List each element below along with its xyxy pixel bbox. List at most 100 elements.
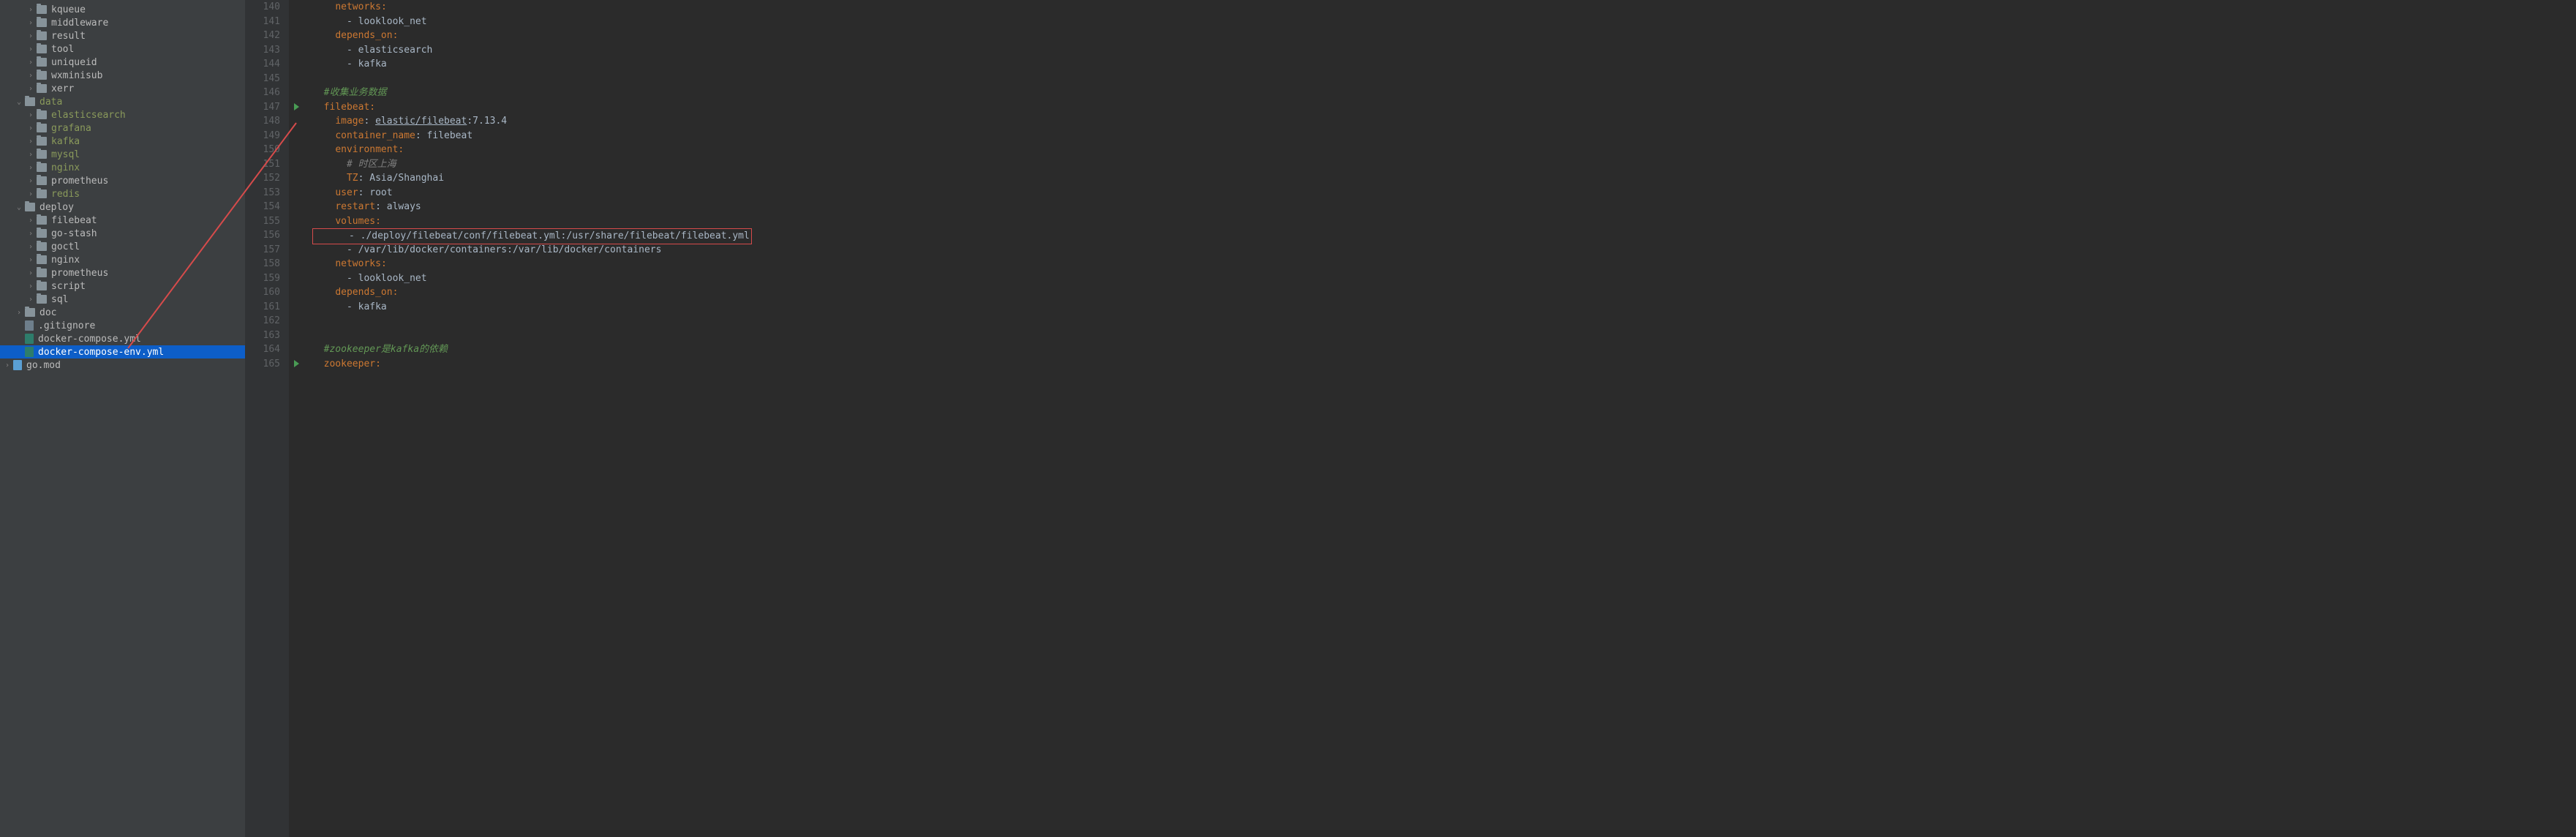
tree-item-label: nginx	[51, 162, 80, 173]
tree-arrow-icon[interactable]	[3, 361, 12, 369]
tree-item-nginx[interactable]: nginx	[0, 253, 245, 266]
code-line[interactable]: #收集业务数据	[312, 86, 2576, 100]
tree-item-redis[interactable]: redis	[0, 187, 245, 200]
line-number: 151	[245, 157, 280, 172]
code-area[interactable]: networks: - looklook_net depends_on: - e…	[304, 0, 2576, 837]
tree-item-wxminisub[interactable]: wxminisub	[0, 69, 245, 82]
line-number: 162	[245, 314, 280, 329]
tree-arrow-icon[interactable]	[26, 45, 35, 53]
code-line[interactable]: restart: always	[312, 200, 2576, 214]
tree-item-uniqueid[interactable]: uniqueid	[0, 56, 245, 69]
tree-item-nginx[interactable]: nginx	[0, 161, 245, 174]
tree-arrow-icon[interactable]	[26, 189, 35, 198]
code-line[interactable]: #zookeeper是kafka的依赖	[312, 342, 2576, 357]
tree-arrow-icon[interactable]	[15, 308, 23, 317]
tree-arrow-icon[interactable]	[15, 97, 23, 106]
tree-arrow-icon[interactable]	[26, 176, 35, 185]
tree-item-prometheus[interactable]: prometheus	[0, 174, 245, 187]
gutter-marker-slot	[289, 300, 304, 315]
code-line[interactable]: networks:	[312, 0, 2576, 15]
tree-arrow-icon[interactable]	[26, 216, 35, 225]
code-line[interactable]: - looklook_net	[312, 15, 2576, 29]
code-line[interactable]: zookeeper:	[312, 357, 2576, 372]
tree-arrow-icon[interactable]	[26, 31, 35, 40]
tree-arrow-icon[interactable]	[26, 295, 35, 304]
tree-item-prometheus[interactable]: prometheus	[0, 266, 245, 279]
tree-item-sql[interactable]: sql	[0, 293, 245, 306]
run-marker-icon[interactable]	[294, 360, 299, 367]
tree-item-xerr[interactable]: xerr	[0, 82, 245, 95]
tree-item-label: elasticsearch	[51, 110, 126, 121]
tree-arrow-icon[interactable]	[26, 282, 35, 290]
tree-item-data[interactable]: data	[0, 95, 245, 108]
annotation-highlight-box: - ./deploy/filebeat/conf/filebeat.yml:/u…	[312, 228, 752, 244]
tree-arrow-icon[interactable]	[26, 84, 35, 93]
gutter-marker-slot	[289, 285, 304, 300]
tree-arrow-icon[interactable]	[26, 124, 35, 132]
code-line[interactable]: environment:	[312, 143, 2576, 157]
tree-item-label: .gitignore	[38, 320, 95, 331]
code-line[interactable]: - kafka	[312, 300, 2576, 315]
line-number: 156	[245, 228, 280, 243]
tree-item-kqueue[interactable]: kqueue	[0, 3, 245, 16]
tree-item-middleware[interactable]: middleware	[0, 16, 245, 29]
tree-item-result[interactable]: result	[0, 29, 245, 42]
tree-item-label: go-stash	[51, 228, 97, 239]
tree-item-goctl[interactable]: goctl	[0, 240, 245, 253]
tree-item--gitignore[interactable]: .gitignore	[0, 319, 245, 332]
tree-item-label: data	[39, 97, 62, 108]
tree-item-grafana[interactable]: grafana	[0, 121, 245, 135]
tree-arrow-icon[interactable]	[26, 269, 35, 277]
tree-item-docker-compose-yml[interactable]: docker-compose.yml	[0, 332, 245, 345]
code-line[interactable]: - /var/lib/docker/containers:/var/lib/do…	[312, 243, 2576, 258]
tree-arrow-icon[interactable]	[26, 229, 35, 238]
tree-arrow-icon[interactable]	[26, 18, 35, 27]
code-line[interactable]	[312, 72, 2576, 86]
tree-arrow-icon[interactable]	[26, 58, 35, 67]
code-line[interactable]	[312, 314, 2576, 329]
code-line[interactable]: networks:	[312, 257, 2576, 271]
code-editor[interactable]: 1401411421431441451461471481491501511521…	[245, 0, 2576, 837]
tree-arrow-icon[interactable]	[26, 71, 35, 80]
tree-arrow-icon[interactable]	[26, 255, 35, 264]
tree-item-elasticsearch[interactable]: elasticsearch	[0, 108, 245, 121]
tree-arrow-icon[interactable]	[26, 110, 35, 119]
code-line[interactable]: # 时区上海	[312, 157, 2576, 172]
tree-item-filebeat[interactable]: filebeat	[0, 214, 245, 227]
tree-item-script[interactable]: script	[0, 279, 245, 293]
code-line[interactable]: depends_on:	[312, 29, 2576, 43]
code-line[interactable]: container_name: filebeat	[312, 129, 2576, 143]
code-line[interactable]: - kafka	[312, 57, 2576, 72]
code-line[interactable]: image: elastic/filebeat:7.13.4	[312, 114, 2576, 129]
code-line[interactable]: - elasticsearch	[312, 43, 2576, 58]
tree-arrow-icon[interactable]	[15, 203, 23, 211]
code-line[interactable]: user: root	[312, 186, 2576, 200]
file-tree-sidebar[interactable]: kqueuemiddlewareresulttooluniqueidwxmini…	[0, 0, 245, 837]
code-line[interactable]: volumes:	[312, 214, 2576, 229]
tree-arrow-icon[interactable]	[26, 163, 35, 172]
tree-item-go-stash[interactable]: go-stash	[0, 227, 245, 240]
tree-item-doc[interactable]: doc	[0, 306, 245, 319]
code-line[interactable]: TZ: Asia/Shanghai	[312, 171, 2576, 186]
code-line[interactable]	[312, 329, 2576, 343]
folder-icon	[37, 163, 47, 172]
gutter-marker-slot	[289, 57, 304, 72]
tree-item-go-mod[interactable]: go.mod	[0, 359, 245, 372]
tree-item-tool[interactable]: tool	[0, 42, 245, 56]
tree-arrow-icon[interactable]	[26, 137, 35, 146]
tree-item-docker-compose-env-yml[interactable]: docker-compose-env.yml	[0, 345, 245, 359]
code-line[interactable]: - ./deploy/filebeat/conf/filebeat.yml:/u…	[312, 228, 2576, 243]
tree-arrow-icon[interactable]	[26, 242, 35, 251]
tree-arrow-icon[interactable]	[26, 150, 35, 159]
code-line[interactable]: filebeat:	[312, 100, 2576, 115]
code-line[interactable]: - looklook_net	[312, 271, 2576, 286]
tree-item-deploy[interactable]: deploy	[0, 200, 245, 214]
gutter-marker-slot	[289, 214, 304, 229]
tree-item-label: goctl	[51, 241, 80, 252]
tree-item-mysql[interactable]: mysql	[0, 148, 245, 161]
tree-arrow-icon[interactable]	[26, 5, 35, 14]
run-marker-icon[interactable]	[294, 103, 299, 110]
tree-item-kafka[interactable]: kafka	[0, 135, 245, 148]
code-line[interactable]: depends_on:	[312, 285, 2576, 300]
tree-item-label: go.mod	[26, 360, 61, 371]
